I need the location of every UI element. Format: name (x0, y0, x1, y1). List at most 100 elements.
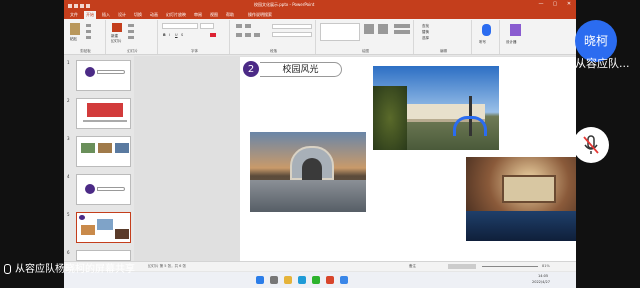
shape-fill-icon[interactable] (394, 24, 410, 28)
section-icon[interactable] (128, 36, 134, 39)
numbering-icon[interactable] (245, 24, 251, 28)
campus-photo-building[interactable] (373, 66, 499, 150)
align-center-icon[interactable] (245, 33, 251, 37)
paste-button[interactable]: 粘贴 (70, 37, 77, 42)
zoom-slider[interactable] (482, 266, 538, 267)
microphone-icon (4, 264, 11, 274)
group-clipboard: 粘贴 剪贴板 (66, 20, 106, 54)
tab-animations[interactable]: 动画 (148, 11, 160, 19)
align-left-icon[interactable] (236, 33, 242, 37)
tab-help[interactable]: 帮助 (224, 11, 236, 19)
slide-thumbnail-panel: 1 2 3 4 5 6 (64, 56, 132, 261)
shared-screen: 校园文化展示.pptx - PowerPoint — ▢ ✕ 文件 开始 插入 … (64, 0, 576, 288)
cut-icon[interactable] (86, 24, 91, 27)
slide-thumbnail-3[interactable] (76, 136, 131, 167)
tab-home[interactable]: 开始 (84, 11, 96, 19)
tell-me-search[interactable]: 操作说明搜索 (246, 11, 274, 19)
campus-photo-auditorium[interactable] (466, 157, 576, 241)
maximize-button[interactable]: ▢ (548, 0, 562, 9)
group-font: B I U S 字体 (160, 20, 230, 54)
view-buttons[interactable] (448, 264, 476, 269)
microphone-icon[interactable] (482, 24, 491, 36)
font-group-label: 字体 (191, 49, 198, 53)
group-designer: 设计器 (502, 20, 530, 54)
tab-view[interactable]: 视图 (208, 11, 220, 19)
group-slides: 新建 幻灯片 幻灯片 (108, 20, 158, 54)
slide-thumbnail-2[interactable] (76, 98, 131, 129)
quick-styles-icon[interactable] (378, 24, 388, 34)
windows-taskbar: 14:05 2022/4/27 (64, 272, 576, 288)
windows-start-icon[interactable] (256, 276, 264, 284)
zoom-level[interactable]: 81% (542, 264, 550, 268)
window-title: 校园文化展示.pptx - PowerPoint (254, 2, 315, 7)
file-explorer-icon[interactable] (284, 276, 292, 284)
search-icon[interactable] (270, 276, 278, 284)
meeting-app-icon[interactable] (340, 276, 348, 284)
paste-icon[interactable] (70, 23, 80, 35)
clipboard-group-label: 剪贴板 (80, 49, 91, 53)
shapes-gallery[interactable] (320, 23, 360, 41)
font-color-icon[interactable] (210, 33, 216, 37)
dictate-button[interactable]: 听写 (479, 40, 486, 45)
layout-icon[interactable] (128, 24, 134, 27)
font-size-select[interactable] (200, 23, 214, 29)
edge-icon[interactable] (298, 276, 306, 284)
powerpoint-icon[interactable] (326, 276, 334, 284)
designer-icon[interactable] (510, 24, 521, 36)
arrange-icon[interactable] (364, 24, 374, 34)
align-right-icon[interactable] (254, 33, 260, 37)
designer-button[interactable]: 设计器 (506, 40, 517, 45)
section-number-badge: 2 (242, 60, 260, 78)
slide-editor: 2 校园风光 (134, 56, 576, 261)
slide-thumbnail-1[interactable] (76, 60, 131, 91)
slide-thumbnail-5[interactable] (76, 212, 131, 243)
underline-button[interactable]: U (175, 33, 178, 37)
status-bar: 幻灯片 第 5 张，共 6 张 备注 81% (64, 261, 576, 271)
drawing-group-label: 绘图 (362, 49, 369, 53)
paragraph-group-label: 段落 (270, 49, 277, 53)
new-slide-button[interactable]: 新建 幻灯片 (111, 34, 122, 44)
wechat-icon[interactable] (312, 276, 320, 284)
thumbnail-number: 5 (67, 212, 70, 217)
participant-name-tag: 从容应队... (566, 57, 640, 71)
new-slide-icon[interactable] (112, 23, 122, 32)
find-button[interactable]: 查找 (422, 24, 429, 29)
bold-button[interactable]: B (163, 33, 166, 37)
bullets-icon[interactable] (236, 24, 242, 28)
close-button[interactable]: ✕ (562, 0, 576, 9)
group-editing: 查找 替换 选择 编辑 (416, 20, 472, 54)
quick-access-toolbar[interactable] (68, 2, 98, 8)
participant-avatar[interactable]: 晓柯 (575, 20, 617, 62)
mute-microphone-button[interactable] (573, 127, 609, 163)
format-painter-icon[interactable] (86, 36, 91, 39)
current-slide[interactable]: 2 校园风光 (240, 57, 576, 261)
notes-button[interactable]: 备注 (409, 264, 416, 269)
campus-photo-reflection[interactable] (250, 132, 366, 212)
meeting-window: 校园文化展示.pptx - PowerPoint — ▢ ✕ 文件 开始 插入 … (0, 0, 640, 288)
align-text-select[interactable] (272, 32, 312, 37)
slide-thumbnail-6[interactable] (76, 250, 131, 261)
select-button[interactable]: 选择 (422, 36, 429, 41)
section-heading[interactable]: 2 校园风光 (240, 59, 344, 78)
replace-button[interactable]: 替换 (422, 30, 429, 35)
microphone-icon (566, 59, 573, 69)
group-paragraph: 段落 (232, 20, 316, 54)
thumbnail-number: 2 (67, 98, 70, 103)
tab-insert[interactable]: 插入 (100, 11, 112, 19)
italic-button[interactable]: I (169, 33, 170, 37)
tab-transitions[interactable]: 切换 (132, 11, 144, 19)
strikethrough-button[interactable]: S (181, 33, 183, 37)
copy-icon[interactable] (86, 30, 91, 33)
shape-outline-icon[interactable] (394, 30, 410, 34)
editing-group-label: 编辑 (440, 49, 447, 53)
thumbnail-number: 1 (67, 60, 70, 65)
minimize-button[interactable]: — (534, 0, 548, 9)
tab-file[interactable]: 文件 (68, 11, 80, 19)
reset-icon[interactable] (128, 30, 134, 33)
tab-review[interactable]: 审阅 (192, 11, 204, 19)
tab-slideshow[interactable]: 幻灯片放映 (164, 11, 188, 19)
tab-design[interactable]: 设计 (116, 11, 128, 19)
font-name-select[interactable] (162, 23, 198, 29)
text-direction-select[interactable] (272, 24, 312, 29)
slide-thumbnail-4[interactable] (76, 174, 131, 205)
